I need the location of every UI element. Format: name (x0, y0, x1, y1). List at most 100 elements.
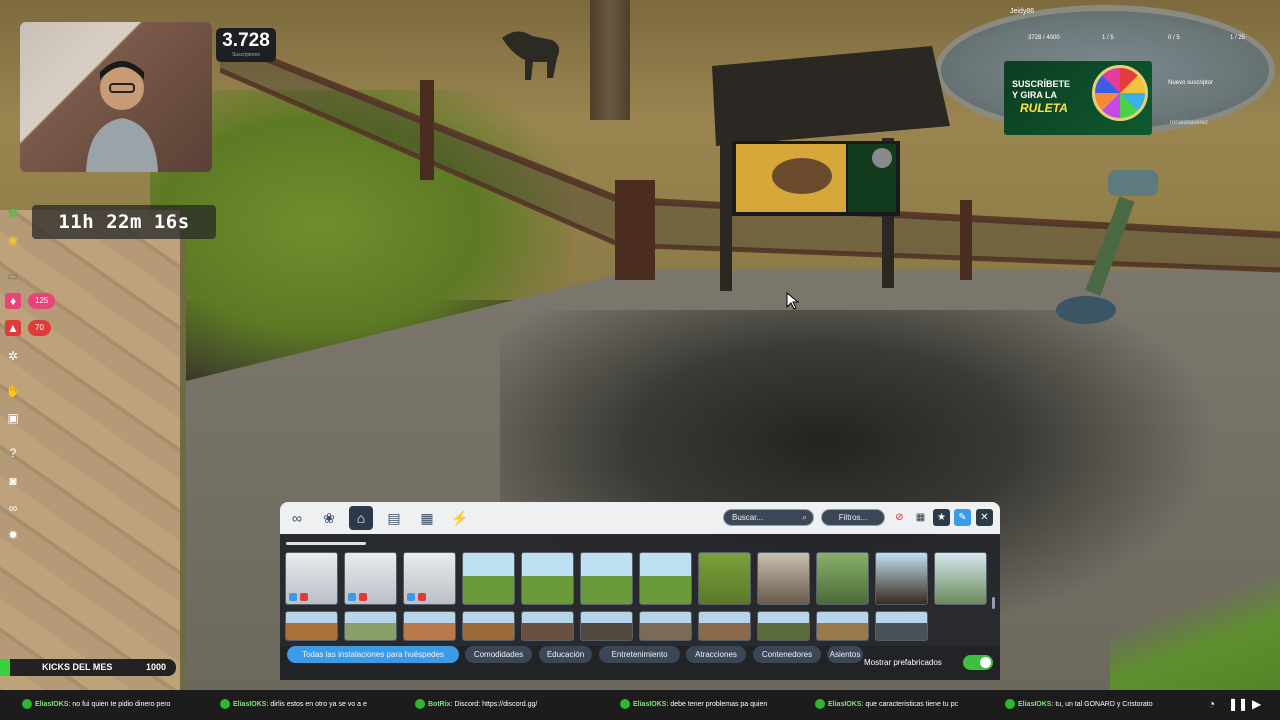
item-hut-10[interactable] (816, 611, 869, 641)
kick-icon (1005, 699, 1015, 710)
item-hut-2[interactable] (344, 611, 397, 641)
new-subscriber-user: ronaldnaverez (1170, 120, 1209, 126)
left-toolbar: ✿ ◉ ▭ ♦ 125 ▲ 70 ✲ ✋ ▣ ? ◙ ∞ ✹ (0, 200, 56, 550)
kicks-progress-fill (0, 659, 10, 676)
item-hut-1[interactable] (285, 611, 338, 641)
item-ferris-wheel[interactable] (285, 552, 338, 605)
pin-icon[interactable]: ✎ (954, 509, 971, 526)
item-board-4[interactable] (639, 552, 692, 605)
stone-path (0, 210, 186, 720)
chip-amenities[interactable]: Comodidades (465, 646, 532, 663)
category-power-icon[interactable]: ⚡ (448, 506, 472, 530)
category-facilities-icon[interactable]: ⌂ (349, 506, 373, 530)
notification-count: 125 (28, 293, 56, 309)
viewing-binoculars[interactable] (1050, 160, 1170, 340)
chip-attractions[interactable]: Atracciones (686, 646, 746, 663)
stream-goals-widget: Jeidy86 3728 / 4000 1 / 5 0 / 5 1 / 25 (1000, 5, 1278, 60)
link-icon[interactable]: ∞ (5, 500, 21, 516)
chat-icon[interactable]: ▭ (5, 268, 21, 284)
item-hut-9[interactable] (757, 611, 810, 641)
block-icon[interactable]: ⊘ (891, 509, 908, 526)
item-viewpoint[interactable] (757, 552, 810, 605)
item-hut-3[interactable] (403, 611, 456, 641)
kicks-label: KICKS DEL MES (42, 662, 113, 672)
goal-stat-1: 3728 / 4000 (1028, 35, 1060, 41)
help-icon[interactable]: ? (5, 445, 21, 461)
chat-message: EliasIOKS: debe tener problemas pa quien (620, 697, 767, 713)
category-all-icon[interactable]: ∞ (285, 506, 309, 530)
camera-icon[interactable]: ◙ (5, 473, 21, 489)
chat-ticker: EliasIOKS: no fui quien te pidio dinero … (0, 690, 1280, 720)
item-gift-shop[interactable] (875, 552, 928, 605)
widget-user: Jeidy86 (1010, 8, 1035, 15)
chat-message: EliasIOKS: dirlis estos en otro ya se vo… (220, 697, 367, 713)
chat-message: EliasIOKS: tu, un tal GONARD y Cristorat… (1005, 697, 1153, 713)
item-lamp-post[interactable] (344, 552, 397, 605)
section-divider (286, 542, 366, 545)
play-icon[interactable]: ▶ (1252, 697, 1261, 711)
mouse-cursor-icon (786, 292, 800, 310)
item-feeder[interactable] (816, 552, 869, 605)
chip-seating[interactable]: Asientos (827, 646, 863, 663)
chat-message: BotRix: Discord: https://discord.gg/ (415, 697, 537, 713)
notification-icon[interactable]: ♦ (5, 293, 21, 309)
item-speaker-post[interactable] (403, 552, 456, 605)
warning-count: 70 (28, 320, 51, 336)
category-plants-icon[interactable]: ❀ (317, 506, 341, 530)
chip-entertainment[interactable]: Entretenimiento (599, 646, 680, 663)
item-hut-8[interactable] (698, 611, 751, 641)
search-icon: ⌕ (801, 512, 807, 522)
toggle-knob (980, 657, 991, 668)
category-buildings-icon[interactable]: ▤ (382, 506, 406, 530)
goal-stat-2: 1 / 5 (1102, 35, 1114, 41)
clover-icon: ✿ (7, 206, 19, 220)
kick-icon (620, 699, 630, 710)
goal-stat-4: 1 / 25 (1230, 35, 1246, 41)
item-plaza[interactable] (934, 552, 987, 605)
item-hut-7[interactable] (639, 611, 692, 641)
close-icon[interactable]: ✕ (976, 509, 993, 526)
chip-education[interactable]: Educación (539, 646, 592, 663)
chip-containers[interactable]: Contenedores (753, 646, 821, 663)
stream-timer: 11h 22m 16s (32, 205, 216, 239)
chip-all-guest-facilities[interactable]: Todas las instalaciones para huéspedes (287, 646, 459, 663)
chat-message: EliasIOKS: no fui quien te pidio dinero … (22, 697, 170, 713)
item-board-1[interactable] (462, 552, 515, 605)
item-board-5[interactable] (698, 552, 751, 605)
show-prefabs-toggle[interactable] (963, 655, 993, 670)
item-hut-5[interactable] (521, 611, 574, 641)
promo-line-2: Y GIRA LA (1012, 90, 1058, 100)
filters-button[interactable]: Filtros... (821, 509, 885, 526)
item-hut-11[interactable] (875, 611, 928, 641)
item-board-3[interactable] (580, 552, 633, 605)
kick-icon (415, 699, 425, 710)
gear-icon[interactable]: ✹ (5, 527, 21, 543)
info-sign-board[interactable] (712, 46, 952, 291)
favorites-icon[interactable]: ★ (933, 509, 950, 526)
item-scrollbar[interactable] (992, 597, 995, 609)
item-hut-6[interactable] (580, 611, 633, 641)
hand-icon[interactable]: ✋ (5, 383, 21, 399)
subscriber-counter: 3.728 Suscriptores (216, 28, 276, 62)
kicks-bar: KICKS DEL MES 1000 (0, 659, 176, 676)
build-menu-panel: ∞ ❀ ⌂ ▤ ▦ ⚡ Buscar... ⌕ Filtros... ⊘ ▦ ★… (280, 502, 1000, 680)
category-scenery-icon[interactable]: ▦ (415, 506, 439, 530)
item-hut-4[interactable] (462, 611, 515, 641)
speed-icon[interactable]: ◔ (1208, 697, 1215, 711)
build-menu-toolbar: ∞ ❀ ⌂ ▤ ▦ ⚡ Buscar... ⌕ Filtros... ⊘ ▦ ★… (280, 502, 1000, 534)
kick-icon (22, 699, 32, 710)
streamer-figure (86, 61, 158, 172)
pause-icon[interactable]: ❚❚ (1228, 697, 1248, 711)
streamer-webcam (20, 22, 212, 172)
subcategory-bar: Todas las instalaciones para huéspedes C… (280, 646, 1000, 680)
grid-view-icon[interactable]: ▦ (912, 509, 929, 526)
settings-wheel-icon[interactable]: ✲ (5, 348, 21, 364)
chat-message: EliasIOKS: que caracteristicas tiene tu … (815, 697, 958, 713)
book-icon[interactable]: ▣ (5, 410, 21, 426)
roulette-promo: SUSCRÍBETE Y GIRA LA RULETA (1004, 61, 1152, 135)
search-input[interactable]: Buscar... ⌕ (723, 509, 814, 526)
goal-stat-3: 0 / 5 (1168, 35, 1180, 41)
item-board-2[interactable] (521, 552, 574, 605)
warning-icon[interactable]: ▲ (5, 320, 21, 336)
search-placeholder: Buscar... (732, 513, 764, 522)
